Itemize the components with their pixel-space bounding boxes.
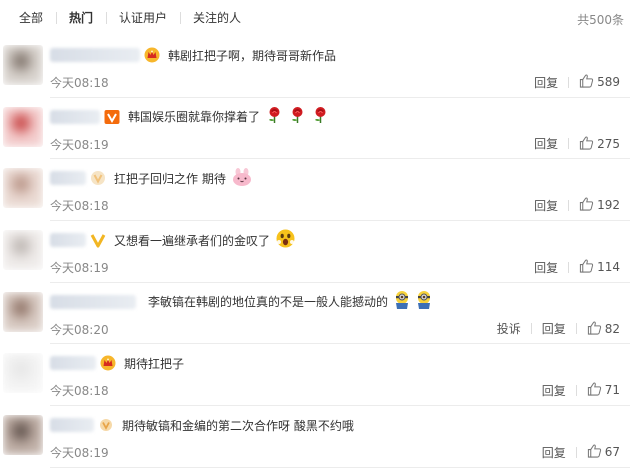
minion-emoji-icon	[394, 290, 410, 313]
reply-button[interactable]: 回复	[534, 197, 558, 214]
thumbs-up-icon	[587, 381, 605, 399]
comment-timestamp: 今天08:18	[50, 384, 109, 399]
comment-timestamp: 今天08:19	[50, 137, 109, 152]
avatar[interactable]	[3, 230, 43, 271]
reply-button[interactable]: 回复	[534, 74, 558, 91]
rose-emoji-icon	[289, 106, 306, 127]
thumbs-up-icon	[587, 443, 605, 461]
minion-emoji-icon	[416, 290, 432, 313]
filter-tabs: 全部 热门 认证用户 关注的人 共500条	[0, 0, 630, 36]
comment-divider	[50, 466, 630, 468]
reply-button[interactable]: 回复	[542, 320, 566, 337]
v-gold-badge-icon	[90, 232, 106, 248]
avatar[interactable]	[3, 168, 43, 209]
comment-text: 扛把子回归之作 期待	[114, 171, 226, 186]
like-count: 192	[597, 198, 620, 213]
tab-hot[interactable]: 热门	[56, 11, 106, 25]
username-blurred[interactable]	[50, 233, 86, 248]
report-button[interactable]: 投诉	[497, 320, 521, 337]
comment-text: 韩剧扛把子啊，期待哥哥新作品	[168, 48, 337, 63]
avatar[interactable]	[3, 106, 43, 147]
comment-item: 期待扛把子 今天08:18 回复 71	[0, 344, 630, 407]
comment-text: 李敏镐在韩剧的地位真的不是一般人能撼动的	[148, 295, 389, 310]
like-count: 71	[604, 383, 620, 398]
crown-badge-icon	[100, 355, 116, 371]
action-divider	[530, 323, 532, 335]
username-blurred[interactable]	[50, 356, 96, 371]
thumbs-up-icon	[579, 196, 597, 214]
avatar[interactable]	[3, 291, 43, 332]
like-button[interactable]: 589	[579, 73, 620, 91]
like-count: 114	[597, 260, 620, 275]
action-divider	[575, 323, 577, 335]
bunny-emoji-icon	[232, 167, 252, 189]
comment-item: 又想看一遍继承者们的金叹了 今天08:19 回复 114	[0, 221, 630, 283]
comment-timestamp: 今天08:19	[50, 446, 109, 461]
v-small-badge-icon	[98, 417, 114, 433]
username-blurred[interactable]	[50, 48, 140, 62]
tab-verified-users[interactable]: 认证用户	[106, 11, 180, 25]
action-divider	[575, 384, 577, 396]
comment-item: 期待敏镐和金编的第二次合作呀 酸黑不约哦 今天08:19 回复 67	[0, 406, 630, 468]
action-divider	[575, 446, 577, 458]
action-divider	[568, 199, 570, 211]
like-button[interactable]: 67	[587, 443, 620, 461]
username-blurred[interactable]	[50, 171, 86, 186]
like-count: 82	[604, 321, 620, 336]
reply-button[interactable]: 回复	[534, 259, 558, 276]
tab-following[interactable]: 关注的人	[180, 11, 254, 25]
thumbs-up-icon	[579, 258, 597, 276]
comment-text: 期待敏镐和金编的第二次合作呀 酸黑不约哦	[122, 418, 354, 433]
action-divider	[568, 138, 570, 150]
comment-item: 扛把子回归之作 期待 今天08:18 回复 192	[0, 159, 630, 222]
comment-timestamp: 今天08:18	[50, 76, 109, 90]
like-count: 67	[604, 445, 620, 460]
like-button[interactable]: 275	[579, 135, 620, 153]
like-count: 589	[597, 75, 620, 89]
comment-timestamp: 今天08:18	[50, 199, 109, 214]
tab-all[interactable]: 全部	[6, 11, 56, 25]
username-blurred[interactable]	[50, 418, 94, 433]
comment-total-count: 共500条	[577, 13, 624, 27]
like-button[interactable]: 114	[579, 258, 620, 276]
like-button[interactable]: 192	[579, 196, 620, 214]
v-faded-badge-icon	[90, 170, 106, 186]
action-divider	[568, 76, 570, 88]
v-badge-icon	[104, 109, 120, 125]
avatar[interactable]	[3, 415, 43, 456]
reply-button[interactable]: 回复	[534, 135, 558, 152]
comment-timestamp: 今天08:19	[50, 261, 109, 276]
username-blurred[interactable]	[50, 109, 100, 124]
thumbs-up-icon	[587, 320, 605, 338]
thumbs-up-icon	[579, 135, 597, 153]
comment-text: 期待扛把子	[124, 356, 185, 371]
comment-list: 韩剧扛把子啊，期待哥哥新作品 今天08:18 回复 589 韩国娱乐圈就靠你撑着…	[0, 36, 630, 468]
username-blurred[interactable]	[50, 294, 136, 309]
rose-emoji-icon	[266, 106, 283, 127]
comment-item: 李敏镐在韩剧的地位真的不是一般人能撼动的 今天08:20 投诉 回复 82	[0, 283, 630, 345]
comment-timestamp: 今天08:20	[50, 322, 109, 337]
avatar[interactable]	[3, 353, 43, 394]
rose-emoji-icon	[312, 106, 329, 127]
thumbs-up-icon	[579, 73, 597, 91]
like-count: 275	[597, 136, 620, 151]
avatar[interactable]	[3, 45, 43, 85]
reply-button[interactable]: 回复	[542, 444, 566, 461]
comment-item: 韩剧扛把子啊，期待哥哥新作品 今天08:18 回复 589	[0, 36, 630, 98]
comment-text: 又想看一遍继承者们的金叹了	[114, 233, 271, 248]
like-button[interactable]: 82	[587, 320, 620, 338]
comment-text: 韩国娱乐圈就靠你撑着了	[128, 110, 261, 125]
shocked-emoji-icon	[276, 229, 295, 251]
action-divider	[568, 261, 570, 273]
crown-badge-icon	[144, 47, 160, 63]
reply-button[interactable]: 回复	[542, 382, 566, 399]
comment-item: 韩国娱乐圈就靠你撑着了 今天08:19 回复 275	[0, 98, 630, 160]
like-button[interactable]: 71	[587, 381, 620, 399]
